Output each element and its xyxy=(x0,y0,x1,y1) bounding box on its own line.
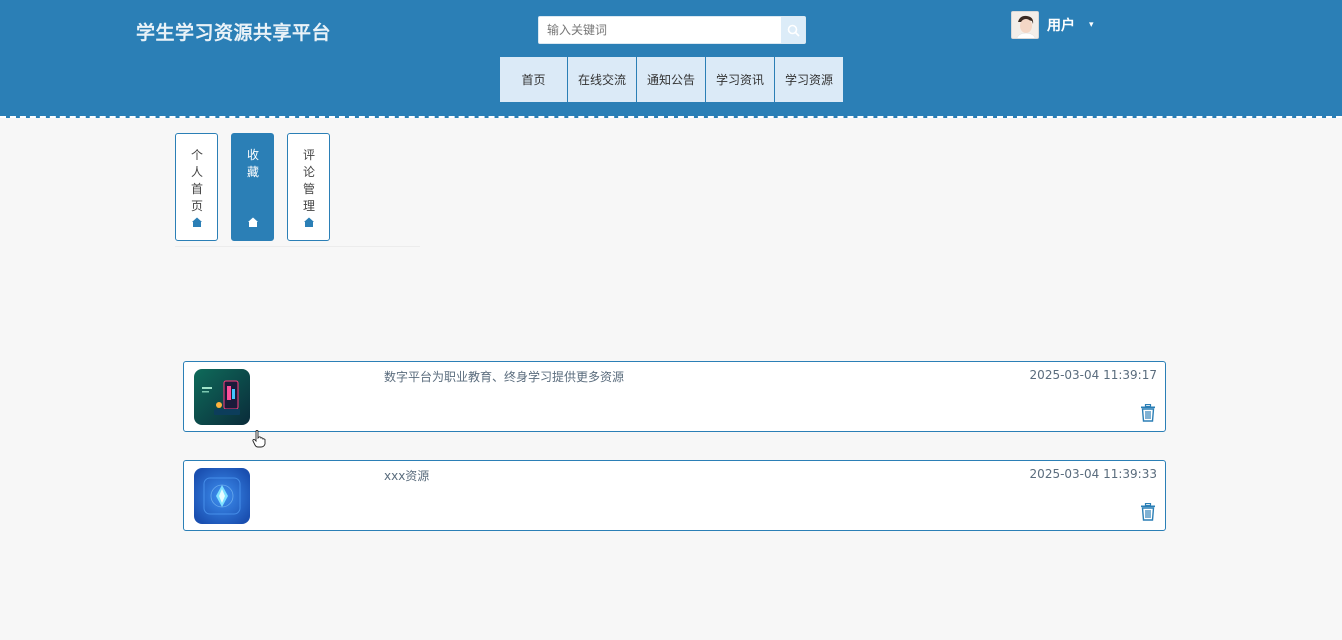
favorite-title[interactable]: 数字平台为职业教育、终身学习提供更多资源 xyxy=(384,368,624,385)
home-icon xyxy=(192,217,202,227)
main-nav: 首页 在线交流 通知公告 学习资讯 学习资源 xyxy=(500,57,844,102)
favorite-title[interactable]: xxx资源 xyxy=(384,467,429,484)
user-name: 用户 xyxy=(1047,18,1075,34)
glowing-crystal-image xyxy=(194,468,250,524)
nav-item-news[interactable]: 学习资讯 xyxy=(706,57,774,102)
favorite-item: 数字平台为职业教育、终身学习提供更多资源 2025-03-04 11:39:17 xyxy=(183,361,1166,432)
trash-icon[interactable] xyxy=(1140,404,1156,422)
phone-app-image xyxy=(194,369,250,425)
favorite-item: xxx资源 2025-03-04 11:39:33 xyxy=(183,460,1166,531)
home-icon xyxy=(304,217,314,227)
side-tab-label: 收藏 xyxy=(247,148,260,179)
search-box xyxy=(538,16,806,44)
nav-item-home[interactable]: 首页 xyxy=(500,57,567,102)
favorite-time: 2025-03-04 11:39:33 xyxy=(1029,467,1157,481)
search-icon xyxy=(787,24,800,37)
side-tab-favorites[interactable]: 收藏 xyxy=(231,133,274,241)
site-title: 学生学习资源共享平台 xyxy=(136,22,332,44)
top-header: 学生学习资源共享平台 用户 ▾ 首页 在线交流 通知公告 学习资讯 学习资源 xyxy=(0,0,1342,118)
side-tabs: 个人首页 收藏 评论管理 xyxy=(175,133,420,247)
favorite-thumbnail[interactable] xyxy=(194,369,250,425)
side-tab-label: 个人首页 xyxy=(191,148,204,213)
favorite-thumbnail[interactable] xyxy=(194,468,250,524)
search-button[interactable] xyxy=(781,17,805,43)
nav-item-resources[interactable]: 学习资源 xyxy=(775,57,843,102)
hand-cursor-icon xyxy=(252,430,266,448)
favorite-time: 2025-03-04 11:39:17 xyxy=(1029,368,1157,382)
search-input[interactable] xyxy=(539,17,783,43)
nav-item-forum[interactable]: 在线交流 xyxy=(568,57,636,102)
avatar xyxy=(1011,11,1039,39)
chevron-down-icon: ▾ xyxy=(1089,20,1094,30)
nav-item-notices[interactable]: 通知公告 xyxy=(637,57,705,102)
user-menu[interactable]: 用户 ▾ xyxy=(1011,11,1094,39)
home-icon xyxy=(248,217,258,227)
side-tab-label: 评论管理 xyxy=(303,148,316,213)
side-tab-comments[interactable]: 评论管理 xyxy=(287,133,330,241)
trash-icon[interactable] xyxy=(1140,503,1156,521)
side-tab-profile[interactable]: 个人首页 xyxy=(175,133,218,241)
